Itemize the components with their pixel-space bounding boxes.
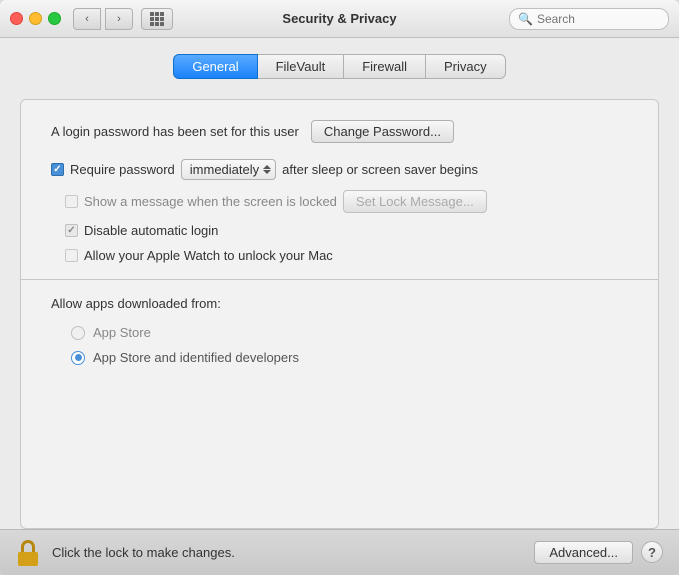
require-password-row: Require password immediately after sleep…: [51, 159, 628, 180]
window-title: Security & Privacy: [282, 11, 396, 26]
tab-general[interactable]: General: [173, 54, 257, 79]
app-store-identified-label: App Store and identified developers: [93, 350, 299, 365]
grid-button[interactable]: [141, 8, 173, 30]
close-button[interactable]: [10, 12, 23, 25]
disable-auto-login-checkbox[interactable]: [65, 224, 78, 237]
change-password-button[interactable]: Change Password...: [311, 120, 454, 143]
back-button[interactable]: ‹: [73, 8, 101, 30]
tab-firewall[interactable]: Firewall: [344, 54, 426, 79]
set-lock-message-button: Set Lock Message...: [343, 190, 487, 213]
login-password-label: A login password has been set for this u…: [51, 124, 299, 139]
tab-filevault[interactable]: FileVault: [258, 54, 345, 79]
after-sleep-label: after sleep or screen saver begins: [282, 162, 478, 177]
disable-auto-login-row: Disable automatic login: [51, 223, 628, 238]
forward-button[interactable]: ›: [105, 8, 133, 30]
lock-label: Click the lock to make changes.: [52, 545, 235, 560]
apple-watch-label: Allow your Apple Watch to unlock your Ma…: [84, 248, 333, 263]
settings-panel: A login password has been set for this u…: [20, 99, 659, 529]
lock-shackle: [21, 540, 35, 552]
advanced-button[interactable]: Advanced...: [534, 541, 633, 564]
divider: [21, 279, 658, 280]
search-icon: 🔍: [518, 12, 533, 26]
password-timing-select[interactable]: immediately: [181, 159, 276, 180]
login-password-row: A login password has been set for this u…: [51, 120, 628, 143]
help-button[interactable]: ?: [641, 541, 663, 563]
lock-body: [18, 552, 38, 566]
minimize-button[interactable]: [29, 12, 42, 25]
maximize-button[interactable]: [48, 12, 61, 25]
disable-auto-login-label: Disable automatic login: [84, 223, 218, 238]
tab-bar: General FileVault Firewall Privacy: [20, 54, 659, 79]
tab-privacy[interactable]: Privacy: [426, 54, 506, 79]
nav-buttons: ‹ ›: [73, 8, 133, 30]
titlebar: ‹ › Security & Privacy 🔍: [0, 0, 679, 38]
search-input[interactable]: [537, 12, 660, 26]
stepper-arrows: [263, 165, 271, 174]
apps-section-title: Allow apps downloaded from:: [51, 296, 628, 311]
require-password-checkbox[interactable]: [51, 163, 64, 176]
apple-watch-checkbox[interactable]: [65, 249, 78, 262]
password-timing-value: immediately: [190, 162, 259, 177]
search-box[interactable]: 🔍: [509, 8, 669, 30]
show-message-label: Show a message when the screen is locked: [84, 194, 337, 209]
bottom-buttons: Advanced... ?: [534, 541, 663, 564]
require-password-label: Require password: [70, 162, 175, 177]
apps-section: Allow apps downloaded from: App Store Ap…: [51, 296, 628, 365]
app-store-identified-radio[interactable]: [71, 351, 85, 365]
app-store-only-radio[interactable]: [71, 326, 85, 340]
apple-watch-row: Allow your Apple Watch to unlock your Ma…: [51, 248, 628, 263]
app-store-identified-row: App Store and identified developers: [51, 350, 628, 365]
show-message-row: Show a message when the screen is locked…: [51, 190, 628, 213]
content-area: General FileVault Firewall Privacy A log…: [0, 38, 679, 529]
traffic-lights: [10, 12, 61, 25]
lock-icon[interactable]: [16, 540, 40, 566]
bottom-bar: Click the lock to make changes. Advanced…: [0, 529, 679, 575]
app-store-only-label: App Store: [93, 325, 151, 340]
grid-icon: [150, 12, 164, 26]
window: ‹ › Security & Privacy 🔍 General FileVau…: [0, 0, 679, 575]
stepper-down-icon: [263, 170, 271, 174]
stepper-up-icon: [263, 165, 271, 169]
app-store-only-row: App Store: [51, 325, 628, 340]
show-message-checkbox[interactable]: [65, 195, 78, 208]
